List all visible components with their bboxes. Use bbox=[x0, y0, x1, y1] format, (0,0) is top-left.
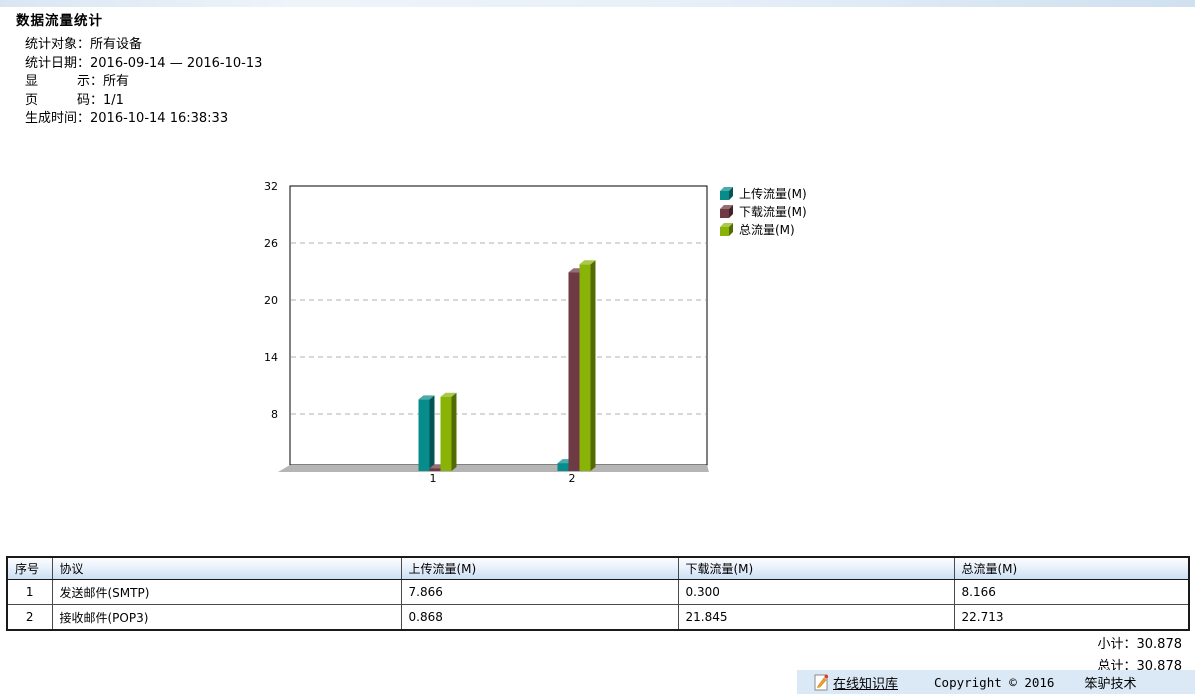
legend-label: 总流量(M) bbox=[739, 221, 795, 238]
bar-side-s0-c0 bbox=[430, 395, 435, 471]
page-title: 数据流量统计 bbox=[16, 9, 103, 29]
y-tick-14: 14 bbox=[264, 351, 278, 364]
cell-r0-c3: 0.300 bbox=[678, 580, 954, 605]
x-tick-2: 2 bbox=[569, 472, 576, 485]
bar-s0-c0 bbox=[419, 399, 430, 471]
meta-value: 所有设备 bbox=[90, 37, 142, 52]
plot-area bbox=[290, 186, 707, 465]
meta-label: 显 示： bbox=[25, 74, 103, 89]
col-header-3: 下载流量(M) bbox=[678, 557, 954, 580]
cell-r1-c4: 22.713 bbox=[954, 605, 1189, 631]
chart-floor bbox=[278, 465, 709, 472]
y-tick-20: 20 bbox=[264, 294, 278, 307]
cell-r1-c1: 接收邮件(POP3) bbox=[52, 605, 401, 631]
bar-s2-c0 bbox=[441, 397, 452, 471]
meta-value: 1/1 bbox=[103, 93, 124, 108]
col-header-4: 总流量(M) bbox=[954, 557, 1189, 580]
traffic-table: 序号协议上传流量(M)下载流量(M)总流量(M)1发送邮件(SMTP)7.866… bbox=[6, 556, 1190, 631]
legend-item-1: 下载流量(M) bbox=[720, 202, 807, 220]
subtotal-line: 小计：30.878 bbox=[1097, 633, 1182, 652]
subtotal-value: 30.878 bbox=[1137, 637, 1183, 652]
col-header-0: 序号 bbox=[7, 557, 52, 580]
cell-r1-c3: 21.845 bbox=[678, 605, 954, 631]
cell-r0-c4: 8.166 bbox=[954, 580, 1189, 605]
meta-label: 统计日期： bbox=[25, 56, 90, 71]
report-page: 数据流量统计 统计对象：所有设备统计日期：2016-09-14 — 2016-1… bbox=[0, 0, 1195, 694]
table-row-1: 2接收邮件(POP3)0.86821.84522.713 bbox=[7, 605, 1189, 631]
bar-top-s2-c1 bbox=[580, 260, 596, 264]
meta-line-0: 统计对象：所有设备 bbox=[25, 36, 262, 55]
bar-side-s1-c0 bbox=[441, 464, 446, 471]
meta-line-2: 显 示：所有 bbox=[25, 73, 262, 92]
bar-top-s0-c0 bbox=[419, 395, 435, 399]
report-meta: 统计对象：所有设备统计日期：2016-09-14 — 2016-10-13显 示… bbox=[25, 36, 262, 129]
bar-s1-c1 bbox=[569, 272, 580, 471]
y-tick-32: 32 bbox=[264, 180, 278, 193]
bar-s2-c1 bbox=[580, 264, 591, 471]
col-header-2: 上传流量(M) bbox=[401, 557, 678, 580]
x-tick-1: 1 bbox=[430, 472, 437, 485]
copyright-text: Copyright © 2016 bbox=[934, 675, 1054, 690]
bar-side-s0-c1 bbox=[569, 459, 574, 471]
meta-line-4: 生成时间：2016-10-14 16:38:33 bbox=[25, 110, 262, 129]
table-header-row: 序号协议上传流量(M)下载流量(M)总流量(M) bbox=[7, 557, 1189, 580]
cell-r0-c1: 发送邮件(SMTP) bbox=[52, 580, 401, 605]
legend-cube-icon bbox=[720, 205, 734, 218]
legend-cube-icon bbox=[720, 223, 734, 236]
cell-r1-c0: 2 bbox=[7, 605, 52, 631]
meta-label: 页 码： bbox=[25, 93, 103, 108]
legend-item-2: 总流量(M) bbox=[720, 220, 807, 238]
footer-bar: 在线知识库 Copyright © 2016 笨驴技术 bbox=[797, 670, 1195, 694]
legend-label: 上传流量(M) bbox=[739, 185, 807, 202]
cell-r0-c0: 1 bbox=[7, 580, 52, 605]
y-tick-26: 26 bbox=[264, 237, 278, 250]
meta-value: 2016-10-14 16:38:33 bbox=[90, 111, 228, 126]
knowledge-base-link[interactable]: 在线知识库 bbox=[833, 673, 898, 692]
table-row-0: 1发送邮件(SMTP)7.8660.3008.166 bbox=[7, 580, 1189, 605]
bar-top-s1-c1 bbox=[569, 268, 585, 272]
top-strip bbox=[0, 0, 1195, 7]
edit-note-icon bbox=[814, 674, 829, 691]
meta-value: 所有 bbox=[103, 74, 129, 89]
bar-top-s0-c1 bbox=[558, 459, 574, 463]
meta-label: 统计对象： bbox=[25, 37, 90, 52]
meta-line-3: 页 码：1/1 bbox=[25, 92, 262, 111]
chart-legend: 上传流量(M)下载流量(M)总流量(M) bbox=[720, 184, 807, 238]
bar-s1-c0 bbox=[430, 468, 441, 471]
bar-side-s2-c1 bbox=[591, 260, 596, 471]
bar-top-s1-c0 bbox=[430, 464, 446, 468]
meta-value: 2016-09-14 — 2016-10-13 bbox=[90, 56, 262, 71]
legend-label: 下载流量(M) bbox=[739, 203, 807, 220]
bar-side-s2-c0 bbox=[452, 393, 457, 471]
meta-label: 生成时间： bbox=[25, 111, 90, 126]
bar-side-s1-c1 bbox=[580, 268, 585, 471]
col-header-1: 协议 bbox=[52, 557, 401, 580]
bar-s0-c1 bbox=[558, 463, 569, 471]
bar-top-s2-c0 bbox=[441, 393, 457, 397]
legend-item-0: 上传流量(M) bbox=[720, 184, 807, 202]
y-tick-8: 8 bbox=[271, 408, 278, 421]
cell-r1-c2: 0.868 bbox=[401, 605, 678, 631]
subtotal-label: 小计： bbox=[1097, 637, 1136, 652]
cell-r0-c2: 7.866 bbox=[401, 580, 678, 605]
company-name: 笨驴技术 bbox=[1084, 673, 1136, 692]
meta-line-1: 统计日期：2016-09-14 — 2016-10-13 bbox=[25, 55, 262, 74]
legend-cube-icon bbox=[720, 187, 734, 200]
